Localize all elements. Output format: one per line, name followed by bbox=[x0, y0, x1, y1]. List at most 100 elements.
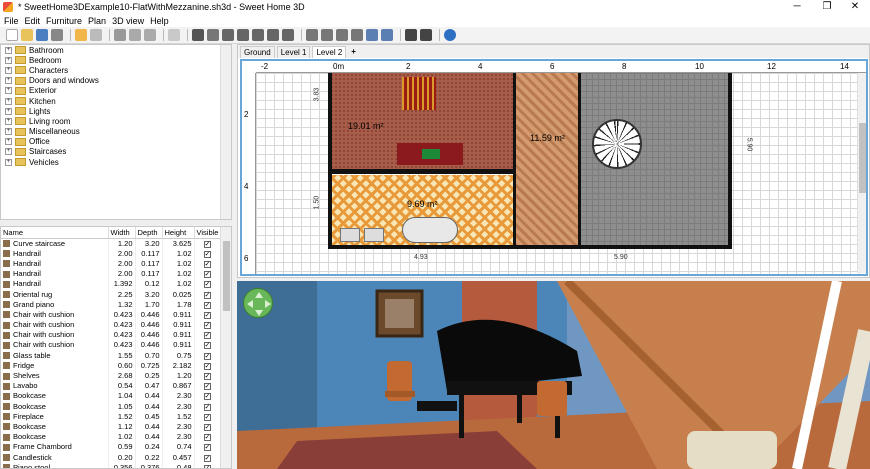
expand-icon[interactable]: + bbox=[5, 107, 12, 115]
sink[interactable] bbox=[364, 228, 384, 242]
add-text-icon[interactable] bbox=[282, 29, 294, 41]
scrollbar-thumb[interactable] bbox=[859, 123, 866, 193]
visible-checkbox[interactable]: ✓ bbox=[203, 322, 211, 330]
visible-checkbox[interactable]: ✓ bbox=[203, 281, 211, 289]
tab-ground[interactable]: Ground bbox=[240, 46, 275, 58]
text-bold-icon[interactable] bbox=[351, 29, 363, 41]
wall[interactable] bbox=[578, 73, 581, 248]
sink[interactable] bbox=[340, 228, 360, 242]
table-row[interactable]: Fireplace 1.52 0.45 1.52 ✓ bbox=[1, 411, 221, 422]
table-row[interactable]: Chair with cushion 0.423 0.446 0.911 ✓ bbox=[1, 319, 221, 330]
add-furniture-icon[interactable] bbox=[168, 29, 180, 41]
tab-level-1[interactable]: Level 1 bbox=[276, 46, 311, 58]
close-button[interactable]: ✕ bbox=[840, 0, 870, 14]
visible-checkbox[interactable]: ✓ bbox=[203, 342, 211, 350]
menu-3d-view[interactable]: 3D view bbox=[112, 16, 144, 26]
visible-checkbox[interactable]: ✓ bbox=[203, 250, 211, 258]
text-style-icon[interactable] bbox=[321, 29, 333, 41]
visible-checkbox[interactable]: ✓ bbox=[203, 362, 211, 370]
table-row[interactable]: Candlestick 0.20 0.22 0.457 ✓ bbox=[1, 451, 221, 463]
column-width[interactable]: Width bbox=[108, 227, 136, 239]
visible-checkbox[interactable]: ✓ bbox=[203, 434, 211, 442]
expand-icon[interactable]: + bbox=[5, 46, 12, 54]
catalog-category[interactable]: + Staircases bbox=[1, 147, 231, 157]
expand-icon[interactable]: + bbox=[5, 138, 12, 146]
table-row[interactable]: Handrail 2.00 0.117 1.02 ✓ bbox=[1, 268, 221, 279]
table-row[interactable]: Frame Chambord 0.59 0.24 0.74 ✓ bbox=[1, 441, 221, 452]
create-dimensions-icon[interactable] bbox=[267, 29, 279, 41]
visible-checkbox[interactable]: ✓ bbox=[203, 393, 211, 401]
visible-checkbox[interactable]: ✓ bbox=[203, 332, 211, 340]
expand-icon[interactable]: + bbox=[5, 66, 12, 74]
visible-checkbox[interactable]: ✓ bbox=[203, 301, 211, 309]
table-row[interactable]: Shelves 2.68 0.25 1.20 ✓ bbox=[1, 370, 221, 381]
visible-checkbox[interactable]: ✓ bbox=[203, 444, 211, 452]
navigation-arrows-icon[interactable] bbox=[243, 288, 273, 318]
table-row[interactable]: Handrail 1.392 0.12 1.02 ✓ bbox=[1, 278, 221, 289]
undo-icon[interactable] bbox=[75, 29, 87, 41]
wall[interactable] bbox=[513, 73, 516, 248]
visible-checkbox[interactable]: ✓ bbox=[203, 373, 211, 381]
table-row[interactable]: Chair with cushion 0.423 0.446 0.911 ✓ bbox=[1, 329, 221, 340]
rug[interactable] bbox=[402, 77, 436, 110]
tab-level-2[interactable]: Level 2 bbox=[312, 46, 347, 58]
open-icon[interactable] bbox=[21, 29, 33, 41]
visible-checkbox[interactable]: ✓ bbox=[203, 464, 211, 468]
catalog-category[interactable]: + Living room bbox=[1, 116, 231, 126]
catalog-category[interactable]: + Miscellaneous bbox=[1, 127, 231, 137]
column-depth[interactable]: Depth bbox=[135, 227, 163, 239]
preferences-icon[interactable] bbox=[51, 29, 63, 41]
catalog-category[interactable]: + Bedroom bbox=[1, 55, 231, 65]
pillow[interactable] bbox=[422, 149, 440, 159]
help-icon[interactable] bbox=[444, 29, 456, 41]
menu-furniture[interactable]: Furniture bbox=[46, 16, 82, 26]
visible-checkbox[interactable]: ✓ bbox=[203, 403, 211, 411]
table-row[interactable]: Bookcase 1.02 0.44 2.30 ✓ bbox=[1, 431, 221, 442]
text-italic-icon[interactable] bbox=[336, 29, 348, 41]
wall[interactable] bbox=[728, 73, 732, 248]
expand-icon[interactable]: + bbox=[5, 128, 12, 136]
visible-checkbox[interactable]: ✓ bbox=[203, 271, 211, 279]
expand-icon[interactable]: + bbox=[5, 117, 12, 125]
visible-checkbox[interactable]: ✓ bbox=[203, 240, 211, 248]
minimize-button[interactable]: ─ bbox=[782, 0, 812, 14]
maximize-button[interactable]: ❐ bbox=[812, 0, 842, 14]
zoom-in-icon[interactable] bbox=[366, 29, 378, 41]
new-icon[interactable] bbox=[6, 29, 18, 41]
paste-icon[interactable] bbox=[144, 29, 156, 41]
column-visible[interactable]: Visible bbox=[194, 227, 221, 239]
3d-view[interactable] bbox=[237, 281, 870, 469]
staircase-symbol[interactable] bbox=[592, 119, 642, 169]
table-row[interactable]: Fridge 0.60 0.725 2.182 ✓ bbox=[1, 360, 221, 371]
visible-checkbox[interactable]: ✓ bbox=[203, 454, 211, 462]
table-row[interactable]: Piano stool 0.356 0.376 0.48 ✓ bbox=[1, 462, 221, 468]
table-row[interactable]: Handrail 2.00 0.117 1.02 ✓ bbox=[1, 258, 221, 269]
table-row[interactable]: Chair with cushion 0.423 0.446 0.911 ✓ bbox=[1, 309, 221, 320]
table-row[interactable]: Handrail 2.00 0.117 1.02 ✓ bbox=[1, 248, 221, 259]
table-row[interactable]: Oriental rug 2.25 3.20 0.025 ✓ bbox=[1, 288, 221, 300]
create-video-icon[interactable] bbox=[420, 29, 432, 41]
expand-icon[interactable]: + bbox=[5, 148, 12, 156]
pan-icon[interactable] bbox=[207, 29, 219, 41]
expand-icon[interactable]: + bbox=[5, 87, 12, 95]
wall[interactable] bbox=[328, 73, 332, 248]
column-name[interactable]: Name bbox=[1, 227, 109, 239]
visible-checkbox[interactable]: ✓ bbox=[203, 260, 211, 268]
plan-scrollbar[interactable] bbox=[857, 73, 866, 273]
catalog-category[interactable]: + Lights bbox=[1, 106, 231, 116]
expand-icon[interactable]: + bbox=[5, 77, 12, 85]
plan-canvas[interactable]: -2 0m 2 4 6 8 10 12 14 2 4 6 19.01 m² 11… bbox=[240, 59, 868, 276]
menu-file[interactable]: File bbox=[4, 16, 19, 26]
catalog-category[interactable]: + Exterior bbox=[1, 86, 231, 96]
wall[interactable] bbox=[328, 245, 732, 249]
table-row[interactable]: Bookcase 1.04 0.44 2.30 ✓ bbox=[1, 390, 221, 401]
catalog-category[interactable]: + Characters bbox=[1, 65, 231, 75]
expand-icon[interactable]: + bbox=[5, 158, 12, 166]
table-row[interactable]: Chair with cushion 0.423 0.446 0.911 ✓ bbox=[1, 339, 221, 351]
catalog-category[interactable]: + Bathroom bbox=[1, 45, 231, 55]
add-level-button[interactable]: + bbox=[348, 46, 359, 58]
catalog-category[interactable]: + Doors and windows bbox=[1, 76, 231, 86]
create-photo-icon[interactable] bbox=[405, 29, 417, 41]
table-row[interactable]: Lavabo 0.54 0.47 0.867 ✓ bbox=[1, 380, 221, 391]
column-height[interactable]: Height bbox=[162, 227, 195, 239]
